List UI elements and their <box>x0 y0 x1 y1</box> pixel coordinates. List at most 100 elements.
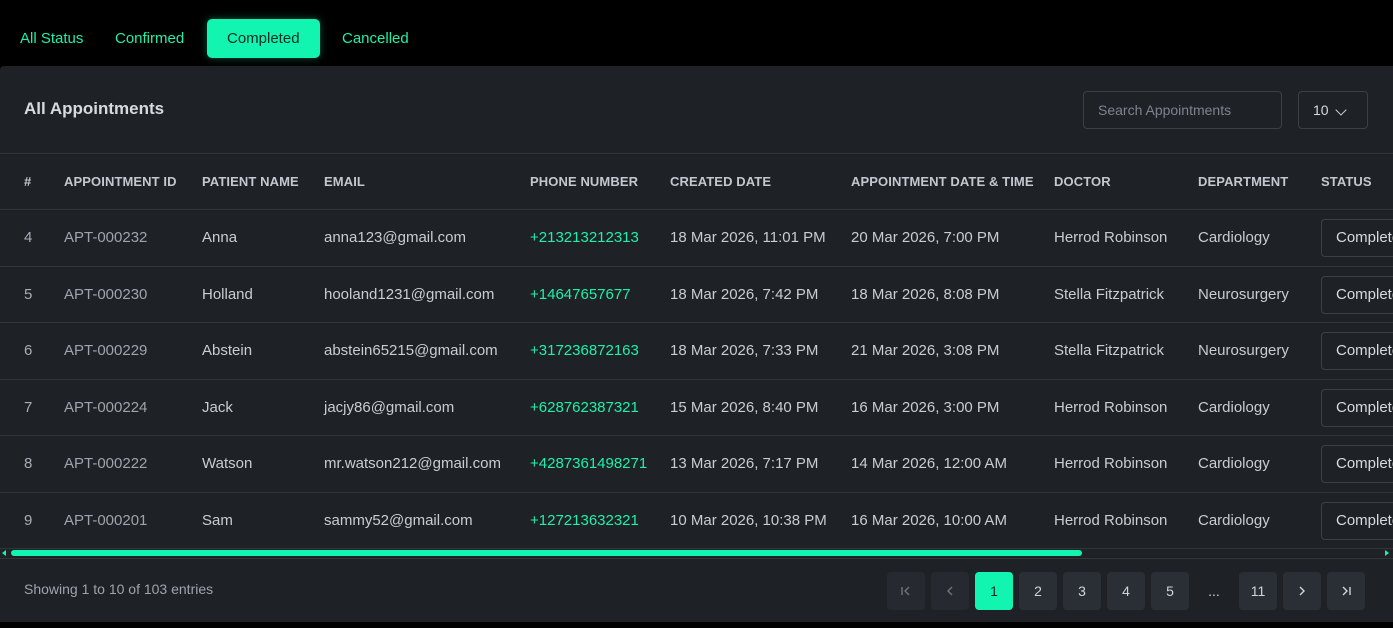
column-header: APPOINTMENT ID <box>64 174 177 189</box>
page-button-2[interactable]: 2 <box>1019 572 1057 610</box>
page-button-11[interactable]: 11 <box>1239 572 1277 610</box>
created-date: 13 Mar 2026, 7:17 PM <box>670 455 819 472</box>
patient-email: abstein65215@gmail.com <box>324 342 498 359</box>
filter-tab-completed[interactable]: Completed <box>207 19 320 58</box>
appointment-id: APT-000201 <box>64 511 148 529</box>
appointment-datetime: 21 Mar 2026, 3:08 PM <box>851 342 1000 359</box>
page-button-5[interactable]: 5 <box>1151 572 1189 610</box>
doctor-name: Stella Fitzpatrick <box>1054 285 1165 303</box>
page-button-4[interactable]: 4 <box>1107 572 1145 610</box>
page-size-select[interactable]: 10 <box>1298 91 1368 129</box>
column-header: PATIENT NAME <box>202 174 299 189</box>
created-date: 18 Mar 2026, 11:01 PM <box>670 229 826 246</box>
appointment-datetime: 16 Mar 2026, 3:00 PM <box>851 398 1000 416</box>
column-header: EMAIL <box>324 174 365 189</box>
appointment-id: APT-000232 <box>64 229 148 246</box>
phone-number: +317236872163 <box>530 342 639 359</box>
department: Cardiology <box>1198 511 1270 529</box>
doctor-name: Herrod Robinson <box>1054 398 1168 416</box>
column-header: CREATED DATE <box>670 174 772 189</box>
scroll-right-arrow-icon[interactable] <box>1385 550 1389 556</box>
appointment-id: APT-000230 <box>64 285 148 303</box>
scrollbar-thumb[interactable] <box>11 550 1082 556</box>
patient-name: Watson <box>202 455 253 472</box>
department: Neurosurgery <box>1198 342 1289 359</box>
status-select[interactable]: Completed <box>1321 501 1393 540</box>
doctor-name: Herrod Robinson <box>1054 455 1168 472</box>
patient-name: Anna <box>202 229 238 246</box>
page-button-1[interactable]: 1 <box>975 572 1013 610</box>
table-row: 6 APT-000229 Abstein abstein65215@gmail.com… <box>0 323 1393 380</box>
status-select[interactable]: Completed <box>1321 388 1393 427</box>
patient-name: Jack <box>202 398 233 416</box>
patient-name: Abstein <box>202 342 253 359</box>
appointment-datetime: 14 Mar 2026, 12:00 AM <box>851 455 1007 472</box>
column-header: STATUS <box>1321 174 1372 189</box>
table-header: # APPOINTMENT ID PATIENT NAME EMAIL PHON… <box>0 154 1393 210</box>
horizontal-scrollbar[interactable] <box>0 548 1393 558</box>
row-number: 4 <box>24 229 33 246</box>
table-row: 8 APT-000222 Watson mr.watson212@gmail.com +… <box>0 436 1393 493</box>
status-select[interactable]: Completed <box>1321 219 1393 257</box>
appointment-id: APT-000229 <box>64 342 148 359</box>
doctor-name: Herrod Robinson <box>1054 511 1168 529</box>
row-number: 7 <box>24 398 33 416</box>
appointment-datetime: 20 Mar 2026, 7:00 PM <box>851 229 1000 246</box>
phone-number: +4287361498271 <box>530 455 648 472</box>
column-header: # <box>24 174 32 189</box>
table-row: 4 APT-000232 Anna anna123@gmail.com +2132132… <box>0 210 1393 267</box>
doctor-name: Herrod Robinson <box>1054 229 1168 246</box>
chevron-down-icon <box>1335 104 1347 116</box>
appointments-panel: All Appointments 10 # APPOINTMENT ID PAT… <box>0 66 1393 622</box>
column-header: APPOINTMENT DATE & TIME <box>851 174 1034 189</box>
first-page-button[interactable] <box>887 572 925 610</box>
chevron-right-icon <box>1299 586 1305 596</box>
prev-page-button[interactable] <box>931 572 969 610</box>
panel-title: All Appointments <box>24 99 165 118</box>
status-filter-bar: All Status Confirmed Completed Cancelled <box>0 0 1393 66</box>
patient-name: Holland <box>202 285 253 303</box>
patient-name: Sam <box>202 511 233 529</box>
entries-summary: Showing 1 to 10 of 103 entries <box>24 581 214 597</box>
appointment-datetime: 18 Mar 2026, 8:08 PM <box>851 285 1000 303</box>
doctor-name: Stella Fitzpatrick <box>1054 342 1165 359</box>
created-date: 18 Mar 2026, 7:33 PM <box>670 342 819 359</box>
department: Neurosurgery <box>1198 285 1289 303</box>
search-input[interactable] <box>1083 91 1282 129</box>
created-date: 10 Mar 2026, 10:38 PM <box>670 511 827 529</box>
status-select[interactable]: Completed <box>1321 332 1393 370</box>
patient-email: anna123@gmail.com <box>324 229 466 246</box>
first-page-icon <box>901 586 910 596</box>
table-row: 9 APT-000201 Sam sammy52@gmail.com +12721363… <box>0 493 1393 549</box>
page-button-3[interactable]: 3 <box>1063 572 1101 610</box>
created-date: 18 Mar 2026, 7:42 PM <box>670 285 819 303</box>
phone-number: +628762387321 <box>530 398 639 416</box>
filter-tab-confirmed[interactable]: Confirmed <box>95 19 204 58</box>
created-date: 15 Mar 2026, 8:40 PM <box>670 398 819 416</box>
status-select[interactable]: Completed <box>1321 275 1393 314</box>
next-page-button[interactable] <box>1283 572 1321 610</box>
status-select[interactable]: Completed <box>1321 445 1393 483</box>
appointment-id: APT-000224 <box>64 398 148 416</box>
phone-number: +213213212313 <box>530 229 639 246</box>
patient-email: jacjy86@gmail.com <box>324 398 455 416</box>
table-footer: Showing 1 to 10 of 103 entries 1 2 3 4 5… <box>0 558 1393 622</box>
chevron-left-icon <box>947 586 953 596</box>
filter-tab-all-status[interactable]: All Status <box>0 19 103 58</box>
row-number: 8 <box>24 455 33 472</box>
department: Cardiology <box>1198 398 1270 416</box>
table-row: 7 APT-000224 Jack jacjy86@gmail.com +6287623… <box>0 380 1393 436</box>
column-header: PHONE NUMBER <box>530 174 639 189</box>
filter-tab-cancelled[interactable]: Cancelled <box>322 19 429 58</box>
phone-number: +14647657677 <box>530 285 631 303</box>
patient-email: hooland1231@gmail.com <box>324 285 495 303</box>
page-size-value: 10 <box>1313 102 1329 118</box>
department: Cardiology <box>1198 455 1270 472</box>
column-header: DEPARTMENT <box>1198 174 1289 189</box>
patient-email: sammy52@gmail.com <box>324 511 473 529</box>
row-number: 9 <box>24 511 33 529</box>
last-page-button[interactable] <box>1327 572 1365 610</box>
scroll-left-arrow-icon[interactable] <box>2 550 6 556</box>
row-number: 6 <box>24 342 33 359</box>
patient-email: mr.watson212@gmail.com <box>324 455 501 472</box>
